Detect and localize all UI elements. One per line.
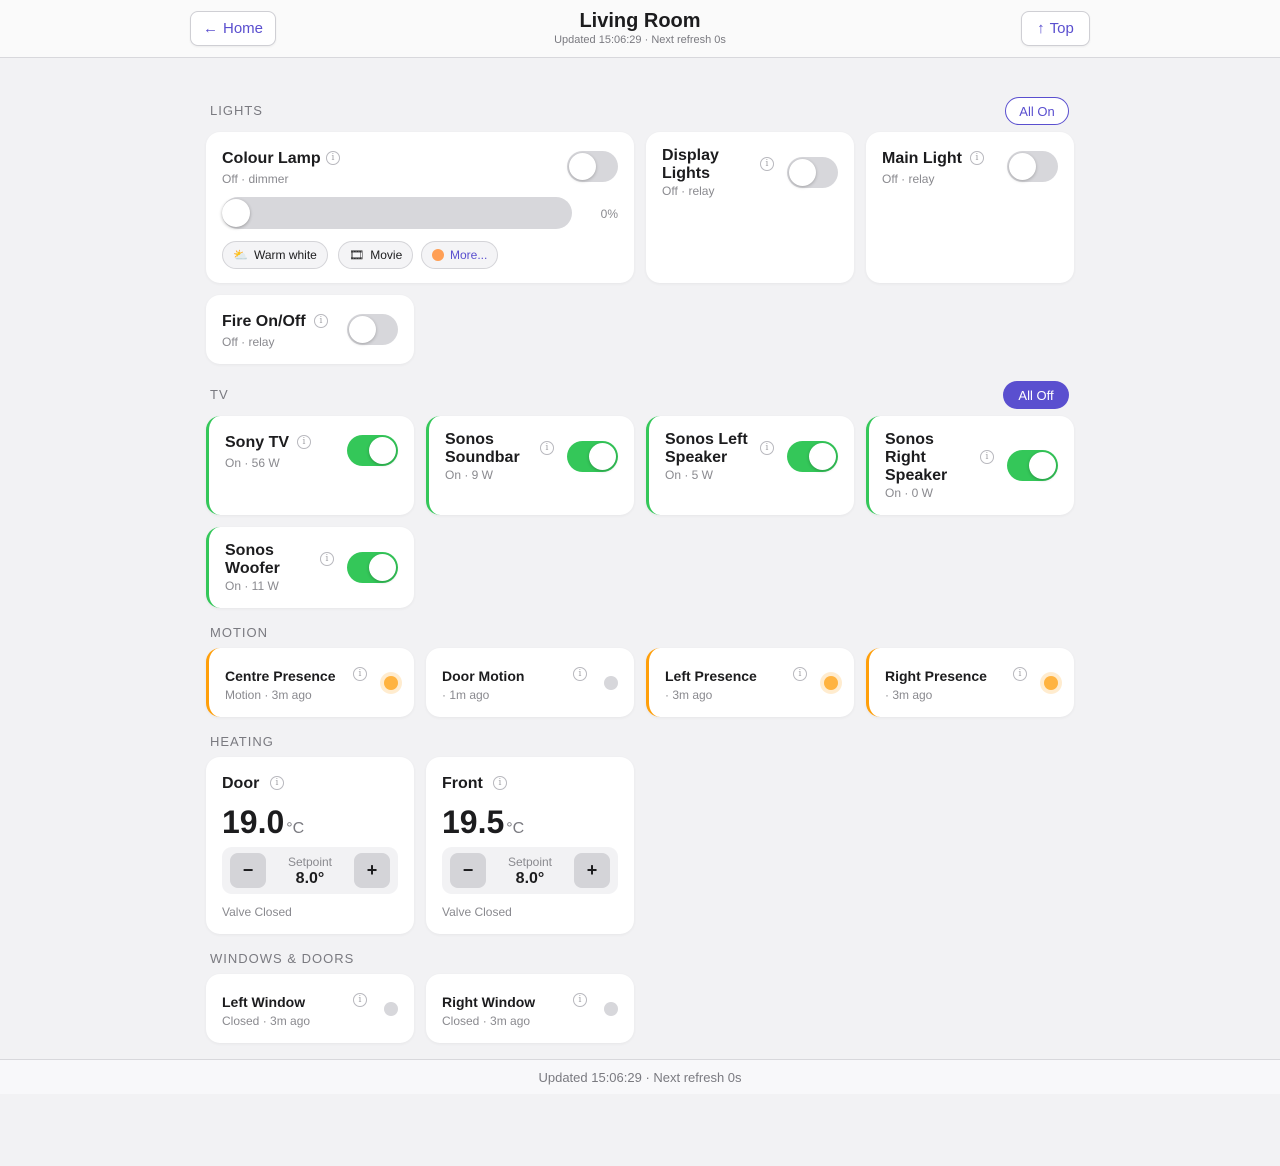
info-icon[interactable]: i: [493, 776, 507, 790]
colour-lamp-name: Colour Lamp: [222, 150, 321, 167]
info-icon[interactable]: i: [320, 552, 334, 566]
info-icon[interactable]: i: [297, 435, 311, 449]
sony-tv-name: Sony TV: [225, 434, 290, 451]
film-icon: 🎞: [349, 248, 365, 262]
main-light-name: Main Light: [882, 150, 962, 167]
left-speaker-name-1: Sonos Left: [665, 431, 748, 448]
info-icon[interactable]: i: [353, 993, 367, 1007]
door-heating-name: Door: [222, 775, 260, 792]
motion-indicator: [824, 676, 838, 690]
info-icon[interactable]: i: [793, 667, 807, 681]
colour-lamp-dimmer-slider[interactable]: [222, 197, 572, 229]
display-lights-name-1: Display: [662, 147, 719, 164]
window-status-indicator: [384, 1002, 398, 1016]
setpoint-increase-button[interactable]: +: [354, 853, 390, 888]
top-button[interactable]: ↑ Top: [1021, 11, 1090, 46]
display-lights-name-2: Lights: [662, 165, 710, 182]
sun-cloud-icon: ⛅: [233, 248, 248, 262]
slider-handle[interactable]: [222, 199, 250, 227]
sony-tv-meta: On · 56 W: [225, 456, 280, 470]
footer-status: Updated 15:06:29 · Next refresh 0s: [0, 1059, 1280, 1094]
door-temperature: 19.0 °C: [222, 804, 305, 840]
right-speaker-toggle[interactable]: [1007, 450, 1058, 481]
dimmer-level: 0%: [600, 207, 618, 221]
left-speaker-name-2: Speaker: [665, 449, 728, 466]
right-speaker-name-3: Speaker: [885, 467, 948, 484]
left-presence-meta: · 3m ago: [665, 688, 713, 702]
motion-indicator: [384, 676, 398, 690]
window-status-indicator: [604, 1002, 618, 1016]
right-presence-meta: · 3m ago: [885, 688, 933, 702]
soundbar-meta: On · 9 W: [445, 468, 494, 482]
display-lights-meta: Off · relay: [662, 184, 715, 198]
right-window-name: Right Window: [442, 994, 536, 1010]
info-icon[interactable]: i: [326, 151, 340, 165]
door-valve-status: Valve Closed: [222, 905, 292, 919]
main-light-toggle[interactable]: [1007, 151, 1058, 182]
front-valve-status: Valve Closed: [442, 905, 512, 919]
section-title-motion: MOTION: [210, 625, 268, 640]
front-setpoint-control: − Setpoint 8.0° +: [442, 847, 618, 894]
soundbar-name-1: Sonos: [445, 431, 494, 448]
soundbar-toggle[interactable]: [567, 441, 618, 472]
motion-indicator: [604, 676, 618, 690]
woofer-meta: On · 11 W: [225, 579, 279, 593]
left-presence-name: Left Presence: [665, 668, 757, 684]
door-setpoint-control: − Setpoint 8.0° +: [222, 847, 398, 894]
right-speaker-meta: On · 0 W: [885, 486, 934, 500]
info-icon[interactable]: i: [270, 776, 284, 790]
right-speaker-name-2: Right: [885, 449, 926, 466]
info-icon[interactable]: i: [353, 667, 367, 681]
section-title-tv: TV: [210, 387, 229, 402]
centre-presence-name: Centre Presence: [225, 668, 336, 684]
info-icon[interactable]: i: [760, 157, 774, 171]
centre-presence-meta: Motion · 3m ago: [225, 688, 312, 702]
all-on-button[interactable]: All On: [1005, 97, 1069, 125]
door-motion-name: Door Motion: [442, 668, 525, 684]
section-title-heating: HEATING: [210, 734, 274, 749]
info-icon[interactable]: i: [573, 993, 587, 1007]
right-speaker-name-1: Sonos: [885, 431, 934, 448]
motion-indicator: [1044, 676, 1058, 690]
woofer-toggle[interactable]: [347, 552, 398, 583]
info-icon[interactable]: i: [760, 441, 774, 455]
colour-swatch-icon: [432, 249, 444, 261]
preset-warm-white[interactable]: ⛅ Warm white: [222, 241, 328, 269]
colour-lamp-meta: Off · dimmer: [222, 172, 289, 186]
info-icon[interactable]: i: [980, 450, 994, 464]
preset-movie[interactable]: 🎞 Movie: [338, 241, 414, 269]
left-speaker-meta: On · 5 W: [665, 468, 714, 482]
left-window-meta: Closed · 3m ago: [222, 1014, 311, 1028]
info-icon[interactable]: i: [573, 667, 587, 681]
preset-more[interactable]: More...: [421, 241, 499, 269]
front-heating-name: Front: [442, 775, 483, 792]
main-light-meta: Off · relay: [882, 172, 935, 186]
right-window-meta: Closed · 3m ago: [442, 1014, 531, 1028]
fire-meta: Off · relay: [222, 335, 275, 349]
left-speaker-toggle[interactable]: [787, 441, 838, 472]
setpoint-increase-button[interactable]: +: [574, 853, 610, 888]
woofer-name-1: Sonos: [225, 542, 274, 559]
fire-toggle[interactable]: [347, 314, 398, 345]
left-window-name: Left Window: [222, 994, 306, 1010]
woofer-name-2: Woofer: [225, 560, 280, 577]
page-header: ← Home Living Room Updated 15:06:29 · Ne…: [0, 0, 1280, 58]
section-title-windows: WINDOWS & DOORS: [210, 951, 355, 966]
section-title-lights: LIGHTS: [210, 103, 263, 118]
door-motion-meta: · 1m ago: [442, 688, 490, 702]
display-lights-toggle[interactable]: [787, 157, 838, 188]
arrow-up-icon: ↑: [1037, 20, 1045, 37]
info-icon[interactable]: i: [314, 314, 328, 328]
colour-lamp-toggle[interactable]: [567, 151, 618, 182]
info-icon[interactable]: i: [970, 151, 984, 165]
front-temperature: 19.5 °C: [442, 804, 525, 840]
all-off-button[interactable]: All Off: [1003, 381, 1069, 409]
fire-name: Fire On/Off: [222, 313, 306, 330]
top-button-label: Top: [1049, 20, 1074, 37]
sony-tv-toggle[interactable]: [347, 435, 398, 466]
info-icon[interactable]: i: [540, 441, 554, 455]
soundbar-name-2: Soundbar: [445, 449, 520, 466]
info-icon[interactable]: i: [1013, 667, 1027, 681]
right-presence-name: Right Presence: [885, 668, 987, 684]
